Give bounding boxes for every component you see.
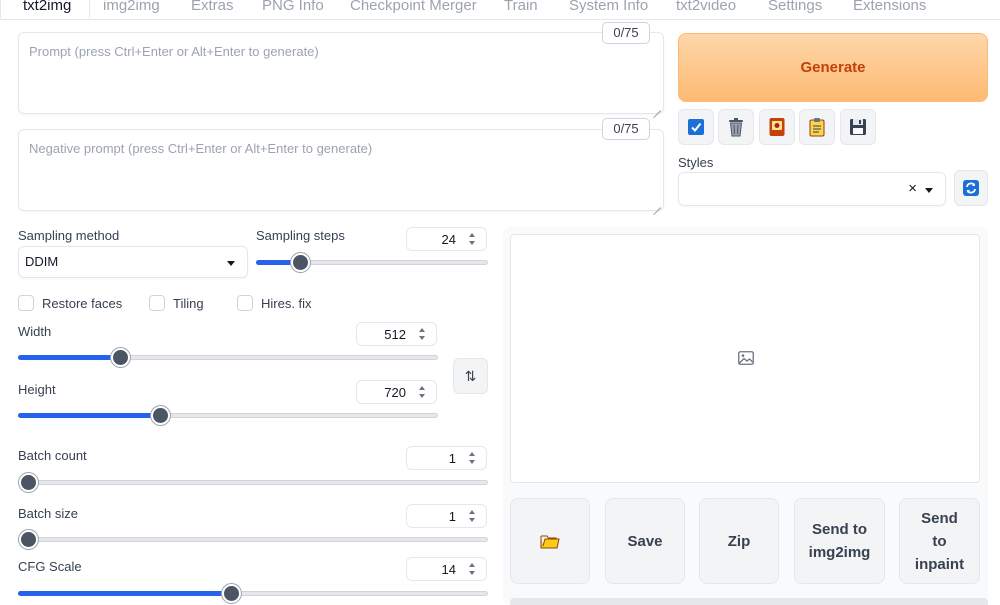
checkbox-box[interactable]: [237, 295, 253, 311]
tab-train[interactable]: Train: [504, 0, 538, 14]
width-input[interactable]: 512: [356, 322, 437, 346]
checkbox-icon: [688, 119, 704, 135]
width-slider[interactable]: [18, 348, 438, 367]
tab-settings[interactable]: Settings: [768, 0, 822, 14]
batch-size-input[interactable]: 1: [406, 504, 487, 528]
slider-thumb[interactable]: [290, 253, 310, 272]
negative-prompt-field: [18, 129, 664, 211]
open-folder-button[interactable]: [510, 498, 590, 584]
extra-networks-button[interactable]: [759, 109, 795, 145]
stepper-icon[interactable]: [466, 232, 478, 246]
red-card-icon: [769, 118, 785, 136]
negative-prompt-token-counter: 0/75: [602, 118, 650, 140]
stepper-icon[interactable]: [466, 562, 478, 576]
styles-label: Styles: [678, 155, 714, 170]
floppy-disk-icon: [850, 119, 866, 135]
prompt-field: [18, 32, 664, 114]
batch-count-value: 1: [448, 451, 456, 466]
sampling-steps-input[interactable]: 24: [406, 227, 487, 251]
tab-png-info[interactable]: PNG Info: [262, 0, 324, 14]
sampling-steps-label: Sampling steps: [256, 228, 345, 243]
tab-extras[interactable]: Extras: [191, 0, 234, 14]
sampling-method-value: DDIM: [25, 254, 59, 269]
panel-bottom-edge: [510, 598, 988, 605]
tab-bar: txt2img img2img Extras PNG Info Checkpoi…: [0, 0, 1000, 20]
zip-button[interactable]: Zip: [699, 498, 779, 584]
batch-count-label: Batch count: [18, 448, 87, 463]
sampling-method-label: Sampling method: [18, 228, 120, 243]
send-to-inpaint-button[interactable]: Send to inpaint: [899, 498, 980, 584]
sampling-steps-slider[interactable]: [256, 253, 488, 272]
clipboard-icon: [809, 118, 825, 137]
slider-thumb[interactable]: [111, 348, 130, 367]
apply-style-button[interactable]: [799, 109, 835, 145]
output-image-area[interactable]: [510, 234, 980, 483]
stepper-icon[interactable]: [466, 451, 478, 465]
height-value: 720: [384, 385, 406, 400]
tab-extensions[interactable]: Extensions: [853, 0, 926, 14]
generate-button[interactable]: Generate: [678, 33, 988, 102]
slider-thumb[interactable]: [151, 406, 170, 425]
batch-size-label: Batch size: [18, 506, 78, 521]
tab-checkpoint-merger[interactable]: Checkpoint Merger: [350, 0, 477, 14]
resize-handle-icon[interactable]: [653, 103, 661, 111]
chevron-down-icon[interactable]: [925, 188, 933, 193]
tab-txt2video[interactable]: txt2video: [676, 0, 736, 14]
cfg-scale-input[interactable]: 14: [406, 557, 487, 581]
styles-dropdown[interactable]: ×: [678, 172, 946, 206]
refresh-styles-button[interactable]: [954, 170, 988, 206]
tab-txt2img[interactable]: txt2img: [0, 0, 91, 19]
swap-icon: ⇅: [464, 367, 477, 384]
save-style-button[interactable]: [840, 109, 876, 145]
width-label: Width: [18, 324, 52, 339]
chevron-down-icon: [227, 261, 235, 266]
interrogate-button[interactable]: [678, 109, 714, 145]
restore-faces-checkbox[interactable]: Restore faces: [18, 294, 122, 312]
prompt-input[interactable]: [19, 33, 663, 113]
batch-size-slider[interactable]: [18, 530, 488, 549]
send-to-img2img-button[interactable]: Send to img2img: [794, 498, 885, 584]
width-value: 512: [384, 327, 406, 342]
hires-fix-label: Hires. fix: [261, 295, 312, 311]
batch-size-value: 1: [448, 509, 456, 524]
cfg-scale-label: CFG Scale: [18, 559, 82, 574]
checkbox-box[interactable]: [18, 295, 34, 311]
resize-handle-icon[interactable]: [653, 200, 661, 208]
prompt-token-counter: 0/75: [602, 22, 650, 44]
checkbox-box[interactable]: [149, 295, 165, 311]
folder-icon: [540, 535, 560, 549]
trash-icon: [729, 118, 743, 137]
stepper-icon[interactable]: [416, 327, 428, 341]
height-label: Height: [18, 382, 56, 397]
save-button[interactable]: Save: [605, 498, 685, 584]
tiling-checkbox[interactable]: Tiling: [149, 294, 204, 312]
height-slider[interactable]: [18, 406, 438, 425]
height-input[interactable]: 720: [356, 380, 437, 404]
negative-prompt-input[interactable]: [19, 130, 663, 210]
slider-thumb[interactable]: [19, 530, 38, 549]
hires-fix-checkbox[interactable]: Hires. fix: [237, 294, 312, 312]
swap-dimensions-button[interactable]: ⇅: [453, 358, 488, 394]
sampling-steps-value: 24: [441, 232, 456, 247]
refresh-icon: [963, 180, 979, 196]
cfg-scale-slider[interactable]: [18, 584, 488, 603]
stepper-icon[interactable]: [416, 385, 428, 399]
image-icon: [738, 351, 754, 365]
cfg-scale-value: 14: [441, 562, 456, 577]
tab-img2img[interactable]: img2img: [103, 0, 160, 14]
tiling-label: Tiling: [173, 295, 204, 311]
tab-system-info[interactable]: System Info: [569, 0, 648, 14]
clear-prompt-button[interactable]: [718, 109, 754, 145]
slider-thumb[interactable]: [221, 584, 241, 603]
batch-count-slider[interactable]: [18, 473, 488, 492]
batch-count-input[interactable]: 1: [406, 446, 487, 470]
sampling-method-dropdown[interactable]: DDIM: [18, 246, 248, 278]
stepper-icon[interactable]: [466, 509, 478, 523]
slider-thumb[interactable]: [19, 473, 38, 492]
clear-styles-icon[interactable]: ×: [908, 180, 917, 197]
restore-faces-label: Restore faces: [42, 295, 123, 311]
